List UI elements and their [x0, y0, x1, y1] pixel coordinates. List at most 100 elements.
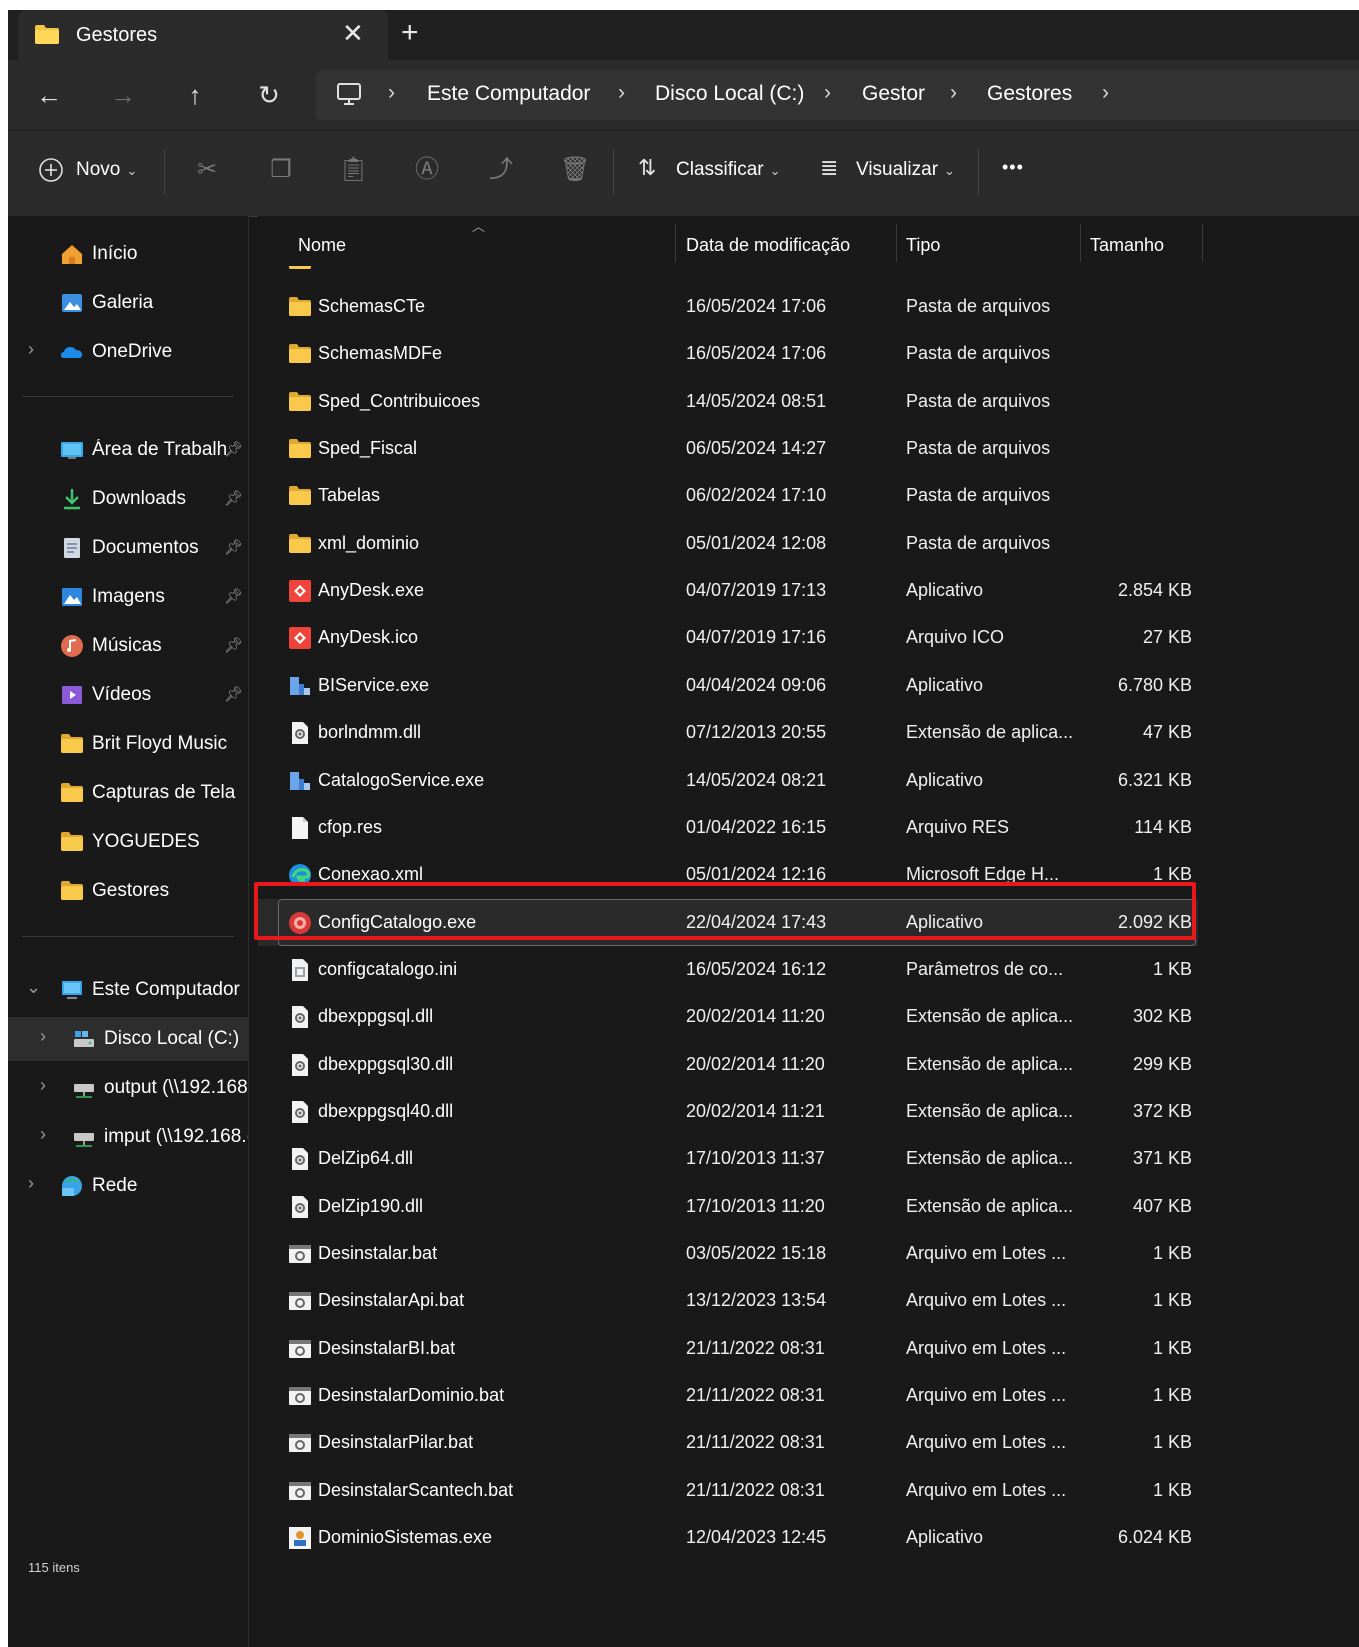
pin-icon[interactable]: 📌︎ [224, 587, 243, 605]
pin-icon[interactable]: 📌︎ [224, 440, 243, 458]
breadcrumb-disco-local[interactable]: Disco Local (C:) [655, 82, 804, 106]
close-tab-icon[interactable]: ✕ [342, 18, 364, 48]
cut-icon[interactable]: ✂ [192, 155, 222, 185]
sidebar-item-label: Início [92, 243, 138, 264]
sidebar-item-imagens[interactable]: Imagens 📌︎ [8, 575, 248, 619]
column-divider[interactable] [1080, 224, 1081, 262]
sidebar-item-rede[interactable]: › Rede [8, 1164, 248, 1208]
sidebar-item-capturas-de-tela[interactable]: Capturas de Tela [8, 771, 248, 815]
file-name: configcatalogo.ini [318, 958, 458, 979]
pin-icon[interactable]: 📌︎ [224, 538, 243, 556]
file-row[interactable]: DelZip190.dll 17/10/2013 11:20 Extensão de… [258, 1183, 1198, 1230]
tab-gestores[interactable]: Gestores ✕ [18, 10, 388, 60]
new-button[interactable]: Novo ⌄ [36, 155, 146, 189]
file-row[interactable]: cfop.res 01/04/2022 16:15 Arquivo RES 114 K… [258, 804, 1198, 851]
sidebar-item-este-computador[interactable]: ⌄ Este Computador [8, 968, 248, 1012]
file-date: 06/05/2024 14:27 [686, 438, 827, 459]
copy-icon[interactable]: ❐ [266, 155, 296, 185]
command-bar: Novo ⌄ ✂ ❐ 📋︎ Ⓐ ⤴ 🗑︎ ⇅ Classificar ⌄ ≣ Vis… [8, 130, 1359, 217]
sidebar-item-documentos[interactable]: Documentos 📌︎ [8, 526, 248, 570]
column-date[interactable]: Data de modificação [686, 235, 850, 256]
column-divider[interactable] [1202, 224, 1203, 262]
file-row[interactable]: DesinstalarBI.bat 21/11/2022 08:31 Arquivo… [258, 1325, 1198, 1372]
sidebar-item-galeria[interactable]: Galeria [8, 281, 248, 325]
refresh-icon[interactable]: ↻ [254, 80, 284, 110]
chevron-right-icon[interactable]: › [1102, 81, 1109, 105]
sidebar-item-output-192-168[interactable]: › output (\\192.168 [8, 1066, 248, 1110]
sidebar-item-disco-local-c[interactable]: › Disco Local (C:) [8, 1017, 248, 1061]
paste-icon[interactable]: 📋︎ [338, 155, 368, 185]
chevron-right-icon[interactable]: › [28, 339, 34, 360]
file-row[interactable]: Sped_Fiscal 06/05/2024 14:27 Pasta de arqu… [258, 425, 1198, 472]
sidebar-item-label: OneDrive [92, 341, 173, 362]
sort-button[interactable]: ⇅ Classificar ⌄ [636, 155, 786, 189]
sidebar-item-gestores[interactable]: Gestores [8, 869, 248, 913]
file-row[interactable]: xml_dominio 05/01/2024 12:08 Pasta de arqu… [258, 520, 1198, 567]
file-row[interactable]: SchemasCTe 16/05/2024 17:06 Pasta de arqui… [258, 283, 1198, 330]
chevron-down-icon[interactable]: ⌄ [26, 977, 41, 998]
file-row[interactable]: CatalogoService.exe 14/05/2024 08:21 Aplic… [258, 757, 1198, 804]
file-row[interactable]: AnyDesk.ico 04/07/2019 17:16 Arquivo ICO 27… [258, 614, 1198, 661]
pin-icon[interactable]: 📌︎ [224, 685, 243, 703]
column-name[interactable]: Nome [298, 235, 346, 256]
sidebar-item-label: Documentos [92, 537, 199, 558]
breadcrumb-gestor[interactable]: Gestor [862, 82, 925, 106]
file-row[interactable]: DesinstalarApi.bat 13/12/2023 13:54 Arquiv… [258, 1277, 1198, 1324]
chevron-right-icon[interactable]: › [40, 1124, 46, 1145]
chevron-right-icon[interactable]: › [28, 1173, 34, 1194]
file-name: dbexppgsql30.dll [318, 1053, 454, 1074]
sidebar-item-brit-floyd-music[interactable]: Brit Floyd Music [8, 722, 248, 766]
file-type: Pasta de arquivos [906, 390, 1051, 411]
delete-icon[interactable]: 🗑︎ [560, 155, 590, 185]
column-type[interactable]: Tipo [906, 235, 940, 256]
file-row[interactable]: configcatalogo.ini 16/05/2024 16:12 Parâme… [258, 946, 1198, 993]
sort-ascending-icon: ︿ [472, 219, 486, 234]
column-size[interactable]: Tamanho [1090, 235, 1164, 256]
file-row[interactable]: DominioSistemas.exe 12/04/2023 12:45 Aplic… [258, 1514, 1198, 1561]
file-row[interactable]: DesinstalarPilar.bat 21/11/2022 08:31 Arqu… [258, 1419, 1198, 1466]
new-tab-icon[interactable]: + [401, 17, 419, 49]
back-arrow-icon[interactable]: ← [34, 80, 64, 110]
breadcrumb-gestores[interactable]: Gestores [987, 82, 1072, 106]
more-options-icon[interactable]: ••• [1002, 157, 1024, 178]
pin-icon[interactable]: 📌︎ [224, 636, 243, 654]
file-row[interactable]: DelZip64.dll 17/10/2013 11:37 Extensão de … [258, 1135, 1198, 1182]
file-row[interactable]: DesinstalarScantech.bat 21/11/2022 08:31 A… [258, 1467, 1198, 1514]
share-icon[interactable]: ⤴ [486, 155, 516, 185]
file-name: AnyDesk.exe [318, 580, 425, 601]
file-date: 04/07/2019 17:13 [686, 580, 827, 601]
sidebar-item-onedrive[interactable]: › OneDrive [8, 330, 248, 374]
file-row[interactable]: dbexppgsql30.dll 20/02/2014 11:20 Extensão… [258, 1041, 1198, 1088]
file-row[interactable]: dbexppgsql.dll 20/02/2014 11:20 Extensão d… [258, 993, 1198, 1040]
sidebar-item-in-cio[interactable]: Início [8, 232, 248, 276]
file-type: Pasta de arquivos [906, 343, 1051, 364]
view-button[interactable]: ≣ Visualizar ⌄ [818, 155, 968, 189]
sidebar-item-v-deos[interactable]: Vídeos 📌︎ [8, 673, 248, 717]
sidebar-item-rea-de-trabalho[interactable]: Área de Trabalho 📌︎ [8, 428, 248, 472]
sidebar-item-downloads[interactable]: Downloads 📌︎ [8, 477, 248, 521]
file-row[interactable]: SchemasMDFe 16/05/2024 17:06 Pasta de arqu… [258, 330, 1198, 377]
sidebar-item-m-sicas[interactable]: Músicas 📌︎ [8, 624, 248, 668]
file-row[interactable]: borlndmm.dll 07/12/2013 20:55 Extensão de … [258, 709, 1198, 756]
file-row[interactable]: Desinstalar.bat 03/05/2022 15:18 Arquivo e… [258, 1230, 1198, 1277]
pin-icon[interactable]: 📌︎ [224, 489, 243, 507]
file-row[interactable]: Sped_Contribuicoes 14/05/2024 08:51 Pasta … [258, 378, 1198, 425]
file-row[interactable]: DesinstalarDominio.bat 21/11/2022 08:31 Ar… [258, 1372, 1198, 1419]
file-row[interactable]: AnyDesk.exe 04/07/2019 17:13 Aplicativo 2.8… [258, 567, 1198, 614]
column-divider[interactable] [896, 224, 897, 262]
sidebar-item-yoguedes[interactable]: YOGUEDES [8, 820, 248, 864]
address-bar[interactable]: › Este Computador › Disco Local (C:) › G… [316, 70, 1359, 120]
forward-arrow-icon[interactable]: → [108, 80, 138, 110]
file-date: 03/05/2022 15:18 [686, 1243, 827, 1263]
rename-icon[interactable]: Ⓐ [412, 155, 442, 185]
breadcrumb-este-computador[interactable]: Este Computador [427, 82, 590, 106]
sidebar-item-imput-192-168[interactable]: › imput (\\192.168.( [8, 1115, 248, 1159]
up-arrow-icon[interactable]: ↑ [180, 80, 210, 110]
chevron-right-icon[interactable]: › [40, 1026, 46, 1047]
file-row[interactable]: BIService.exe 04/04/2024 09:06 Aplicativo 6… [258, 662, 1198, 709]
file-row[interactable]: Tabelas 06/02/2024 17:10 Pasta de arquivos [258, 472, 1198, 519]
chevron-right-icon[interactable]: › [40, 1075, 46, 1096]
batch-file-icon [289, 1434, 311, 1453]
file-row[interactable]: dbexppgsql40.dll 20/02/2014 11:21 Extensão… [258, 1088, 1198, 1135]
column-divider[interactable] [675, 224, 676, 262]
